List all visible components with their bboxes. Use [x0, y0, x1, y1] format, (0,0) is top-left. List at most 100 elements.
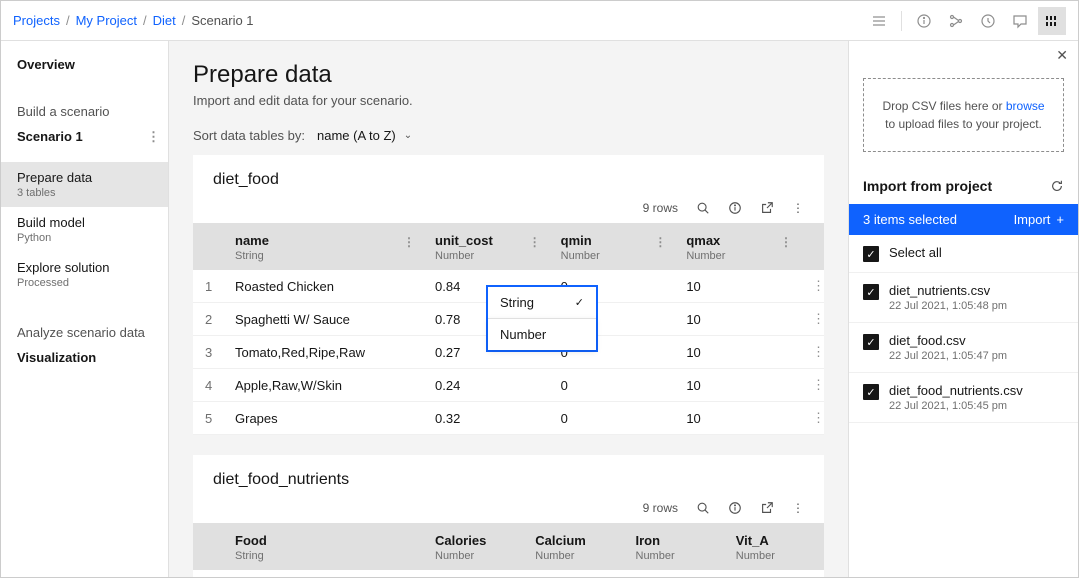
launch-icon[interactable]: [760, 501, 774, 515]
chevron-down-icon: ⌄: [404, 130, 412, 141]
dropzone[interactable]: Drop CSV files here or browse to upload …: [863, 78, 1064, 152]
breadcrumb-my-project[interactable]: My Project: [76, 13, 137, 28]
cell[interactable]: Roasted Chicken: [223, 270, 423, 303]
cell[interactable]: 21.9: [523, 570, 623, 577]
cell[interactable]: 277.4: [423, 570, 523, 577]
history-icon[interactable]: [974, 7, 1002, 35]
import-label: Import: [1014, 212, 1051, 227]
col-type: Number: [535, 550, 611, 562]
table-row[interactable]: 5Grapes0.32010⋮: [193, 402, 824, 435]
flow-icon[interactable]: [942, 7, 970, 35]
breadcrumb-current: Scenario 1: [191, 13, 253, 28]
row-menu-icon[interactable]: ⋮: [800, 270, 824, 303]
table-row[interactable]: 1Roasted Chicken277.421.91.877.4: [193, 570, 824, 577]
table-menu-icon[interactable]: ⋮: [792, 501, 804, 515]
checkbox-icon[interactable]: ✓: [863, 384, 879, 400]
check-icon: ✓: [575, 296, 584, 309]
cell[interactable]: 77.4: [724, 570, 824, 577]
checkbox-icon[interactable]: ✓: [863, 246, 879, 262]
column-menu-icon[interactable]: ⋮: [403, 235, 415, 249]
row-menu-icon[interactable]: ⋮: [800, 303, 824, 336]
cell[interactable]: 0.24: [423, 369, 549, 402]
data-panel-icon[interactable]: [1038, 7, 1066, 35]
table-row[interactable]: 4Apple,Raw,W/Skin0.24010⋮: [193, 369, 824, 402]
breadcrumb-sep: /: [182, 13, 186, 28]
col-header-name[interactable]: name String ⋮: [223, 223, 423, 270]
cell[interactable]: 0: [549, 369, 675, 402]
cell[interactable]: 10: [674, 369, 800, 402]
sidebar-visualization[interactable]: Visualization: [1, 342, 168, 373]
col-header-qmin[interactable]: qmin Number ⋮: [549, 223, 675, 270]
cell[interactable]: 0: [549, 402, 675, 435]
select-all-row[interactable]: ✓ Select all: [849, 235, 1078, 273]
search-icon[interactable]: [696, 201, 710, 215]
col-name-label: Iron: [636, 533, 661, 548]
comment-icon[interactable]: [1006, 7, 1034, 35]
launch-icon[interactable]: [760, 201, 774, 215]
col-type: Number: [636, 550, 712, 562]
scenario-menu-icon[interactable]: ⋮: [147, 129, 160, 145]
checkbox-icon[interactable]: ✓: [863, 334, 879, 350]
cell[interactable]: 1.8: [624, 570, 724, 577]
row-number: 1: [193, 570, 223, 577]
info-icon[interactable]: [728, 201, 742, 215]
browse-link[interactable]: browse: [1006, 99, 1045, 113]
cell[interactable]: Roasted Chicken: [223, 570, 423, 577]
cell[interactable]: 10: [674, 336, 800, 369]
cell[interactable]: 0.32: [423, 402, 549, 435]
cell[interactable]: 10: [674, 303, 800, 336]
cell[interactable]: 10: [674, 402, 800, 435]
table-menu-icon[interactable]: ⋮: [792, 201, 804, 215]
row-menu-icon[interactable]: ⋮: [800, 336, 824, 369]
col-header-calories[interactable]: CaloriesNumber: [423, 523, 523, 570]
col-header-vita[interactable]: Vit_ANumber: [724, 523, 824, 570]
breadcrumb-diet[interactable]: Diet: [153, 13, 176, 28]
file-row[interactable]: ✓diet_nutrients.csv22 Jul 2021, 1:05:48 …: [849, 273, 1078, 323]
col-type: Number: [686, 250, 788, 262]
sidebar-explore-solution[interactable]: Explore solution Processed: [1, 252, 168, 297]
file-row[interactable]: ✓diet_food_nutrients.csv22 Jul 2021, 1:0…: [849, 373, 1078, 423]
cell[interactable]: Apple,Raw,W/Skin: [223, 369, 423, 402]
cell[interactable]: Grapes: [223, 402, 423, 435]
cell[interactable]: Spaghetti W/ Sauce: [223, 303, 423, 336]
column-menu-icon[interactable]: ⋮: [529, 235, 541, 249]
col-header-unit-cost[interactable]: unit_cost Number ⋮: [423, 223, 549, 270]
col-name-label: unit_cost: [435, 233, 493, 248]
col-header-calcium[interactable]: CalciumNumber: [523, 523, 623, 570]
type-option-string[interactable]: String ✓: [488, 287, 596, 318]
row-menu-icon[interactable]: ⋮: [800, 402, 824, 435]
row-number: 1: [193, 270, 223, 303]
type-option-number[interactable]: Number: [488, 318, 596, 350]
column-menu-icon[interactable]: ⋮: [654, 235, 666, 249]
list-icon[interactable]: [865, 7, 893, 35]
checkbox-icon[interactable]: ✓: [863, 284, 879, 300]
info-icon[interactable]: [910, 7, 938, 35]
search-icon[interactable]: [696, 501, 710, 515]
sidebar-prepare-data[interactable]: Prepare data 3 tables: [1, 162, 168, 207]
sidebar-scenario-label: Scenario 1: [17, 129, 83, 144]
row-number: 2: [193, 303, 223, 336]
breadcrumb-projects[interactable]: Projects: [13, 13, 60, 28]
refresh-icon[interactable]: [1050, 179, 1064, 193]
col-header-food[interactable]: FoodString: [223, 523, 423, 570]
sidebar-build-model[interactable]: Build model Python: [1, 207, 168, 252]
col-type: Number: [435, 250, 537, 262]
plus-icon: +: [1056, 212, 1064, 227]
col-header-qmax[interactable]: qmax Number ⋮: [674, 223, 800, 270]
col-header-iron[interactable]: Iron Number: [624, 523, 724, 570]
sidebar-scenario[interactable]: Scenario 1 ⋮: [1, 121, 168, 152]
column-menu-icon[interactable]: ⋮: [780, 235, 792, 249]
topbar: Projects / My Project / Diet / Scenario …: [1, 1, 1078, 41]
column-type-dropdown[interactable]: String ✓ Number: [486, 285, 598, 352]
cell[interactable]: 10: [674, 270, 800, 303]
import-button[interactable]: Import +: [1014, 212, 1064, 227]
col-type: Number: [435, 550, 511, 562]
info-icon[interactable]: [728, 501, 742, 515]
sort-select[interactable]: name (A to Z) ⌄: [317, 128, 412, 143]
file-row[interactable]: ✓diet_food.csv22 Jul 2021, 1:05:47 pm: [849, 323, 1078, 373]
row-menu-icon[interactable]: ⋮: [800, 369, 824, 402]
close-icon[interactable]: ✕: [849, 41, 1078, 70]
cell[interactable]: Tomato,Red,Ripe,Raw: [223, 336, 423, 369]
col-name-label: name: [235, 233, 269, 248]
sidebar-overview[interactable]: Overview: [1, 49, 168, 80]
